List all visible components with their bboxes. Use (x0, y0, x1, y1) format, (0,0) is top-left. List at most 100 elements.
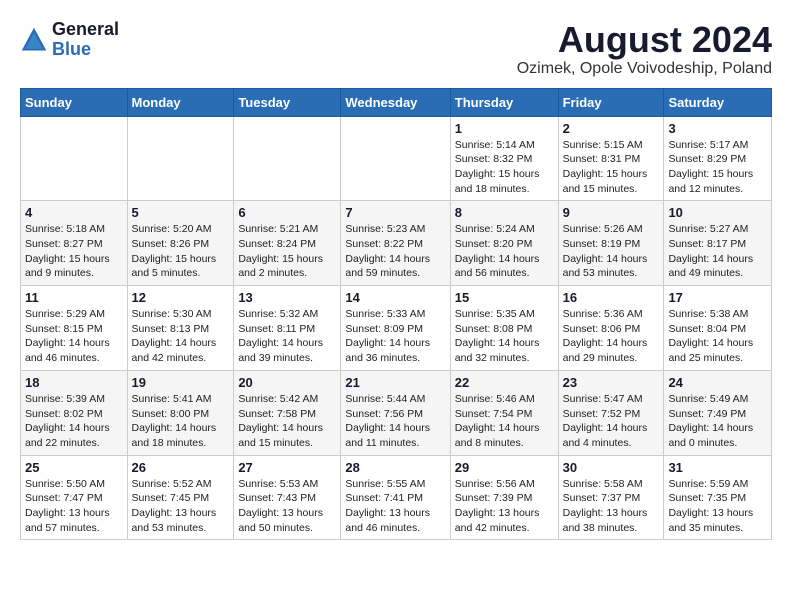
day-info: Sunrise: 5:42 AM Sunset: 7:58 PM Dayligh… (238, 392, 336, 451)
day-number: 29 (455, 460, 554, 475)
day-info: Sunrise: 5:38 AM Sunset: 8:04 PM Dayligh… (668, 307, 767, 366)
calendar-week-row: 11 Sunrise: 5:29 AM Sunset: 8:15 PM Dayli… (21, 286, 772, 371)
day-number: 7 (345, 205, 445, 220)
day-number: 15 (455, 290, 554, 305)
day-info: Sunrise: 5:33 AM Sunset: 8:09 PM Dayligh… (345, 307, 445, 366)
day-info: Sunrise: 5:27 AM Sunset: 8:17 PM Dayligh… (668, 222, 767, 281)
weekday-header-monday: Monday (127, 88, 234, 116)
weekday-header-sunday: Sunday (21, 88, 128, 116)
day-number: 27 (238, 460, 336, 475)
calendar-cell: 4 Sunrise: 5:18 AM Sunset: 8:27 PM Daylig… (21, 201, 128, 286)
logo-icon (20, 26, 48, 54)
calendar-cell: 20Sunrise: 5:42 AM Sunset: 7:58 PM Dayli… (234, 370, 341, 455)
day-number: 4 (25, 205, 123, 220)
day-number: 10 (668, 205, 767, 220)
day-number: 19 (132, 375, 230, 390)
calendar-cell: 3Sunrise: 5:17 AM Sunset: 8:29 PM Daylig… (664, 116, 772, 201)
day-number: 16 (563, 290, 660, 305)
calendar-cell (341, 116, 450, 201)
day-number: 12 (132, 290, 230, 305)
day-number: 8 (455, 205, 554, 220)
day-info: Sunrise: 5:21 AM Sunset: 8:24 PM Dayligh… (238, 222, 336, 281)
calendar-cell: 5Sunrise: 5:20 AM Sunset: 8:26 PM Daylig… (127, 201, 234, 286)
calendar-cell: 11 Sunrise: 5:29 AM Sunset: 8:15 PM Dayli… (21, 286, 128, 371)
calendar-cell: 18 Sunrise: 5:39 AM Sunset: 8:02 PM Dayli… (21, 370, 128, 455)
day-number: 30 (563, 460, 660, 475)
weekday-header-saturday: Saturday (664, 88, 772, 116)
calendar-cell: 7 Sunrise: 5:23 AM Sunset: 8:22 PM Daylig… (341, 201, 450, 286)
calendar-cell: 19Sunrise: 5:41 AM Sunset: 8:00 PM Dayli… (127, 370, 234, 455)
logo-text: General Blue (52, 20, 119, 60)
weekday-header-friday: Friday (558, 88, 664, 116)
calendar-week-row: 18 Sunrise: 5:39 AM Sunset: 8:02 PM Dayli… (21, 370, 772, 455)
calendar-cell: 24 Sunrise: 5:49 AM Sunset: 7:49 PM Dayli… (664, 370, 772, 455)
weekday-header-wednesday: Wednesday (341, 88, 450, 116)
page-header: General Blue August 2024 Ozimek, Opole V… (20, 20, 772, 78)
day-info: Sunrise: 5:23 AM Sunset: 8:22 PM Dayligh… (345, 222, 445, 281)
calendar-cell: 31 Sunrise: 5:59 AM Sunset: 7:35 PM Dayli… (664, 455, 772, 540)
day-info: Sunrise: 5:52 AM Sunset: 7:45 PM Dayligh… (132, 477, 230, 536)
day-info: Sunrise: 5:15 AM Sunset: 8:31 PM Dayligh… (563, 138, 660, 197)
title-block: August 2024 Ozimek, Opole Voivodeship, P… (517, 20, 772, 78)
weekday-header-thursday: Thursday (450, 88, 558, 116)
calendar-header: SundayMondayTuesdayWednesdayThursdayFrid… (21, 88, 772, 116)
day-number: 13 (238, 290, 336, 305)
day-info: Sunrise: 5:17 AM Sunset: 8:29 PM Dayligh… (668, 138, 767, 197)
calendar-cell: 16 Sunrise: 5:36 AM Sunset: 8:06 PM Dayli… (558, 286, 664, 371)
logo-blue-text: Blue (52, 40, 119, 60)
day-info: Sunrise: 5:55 AM Sunset: 7:41 PM Dayligh… (345, 477, 445, 536)
day-number: 23 (563, 375, 660, 390)
calendar-cell: 30 Sunrise: 5:58 AM Sunset: 7:37 PM Dayli… (558, 455, 664, 540)
calendar-cell: 15Sunrise: 5:35 AM Sunset: 8:08 PM Dayli… (450, 286, 558, 371)
calendar-cell: 8Sunrise: 5:24 AM Sunset: 8:20 PM Daylig… (450, 201, 558, 286)
calendar-cell: 21 Sunrise: 5:44 AM Sunset: 7:56 PM Dayli… (341, 370, 450, 455)
day-info: Sunrise: 5:18 AM Sunset: 8:27 PM Dayligh… (25, 222, 123, 281)
day-info: Sunrise: 5:14 AM Sunset: 8:32 PM Dayligh… (455, 138, 554, 197)
logo-general-text: General (52, 20, 119, 40)
calendar-body: 1Sunrise: 5:14 AM Sunset: 8:32 PM Daylig… (21, 116, 772, 540)
calendar-week-row: 1Sunrise: 5:14 AM Sunset: 8:32 PM Daylig… (21, 116, 772, 201)
weekday-header-row: SundayMondayTuesdayWednesdayThursdayFrid… (21, 88, 772, 116)
day-number: 18 (25, 375, 123, 390)
day-number: 25 (25, 460, 123, 475)
day-number: 6 (238, 205, 336, 220)
day-info: Sunrise: 5:50 AM Sunset: 7:47 PM Dayligh… (25, 477, 123, 536)
calendar-week-row: 25 Sunrise: 5:50 AM Sunset: 7:47 PM Dayli… (21, 455, 772, 540)
calendar-cell: 22 Sunrise: 5:46 AM Sunset: 7:54 PM Dayli… (450, 370, 558, 455)
day-info: Sunrise: 5:39 AM Sunset: 8:02 PM Dayligh… (25, 392, 123, 451)
day-info: Sunrise: 5:59 AM Sunset: 7:35 PM Dayligh… (668, 477, 767, 536)
calendar-table: SundayMondayTuesdayWednesdayThursdayFrid… (20, 88, 772, 541)
day-number: 14 (345, 290, 445, 305)
day-info: Sunrise: 5:36 AM Sunset: 8:06 PM Dayligh… (563, 307, 660, 366)
calendar-cell (127, 116, 234, 201)
day-info: Sunrise: 5:26 AM Sunset: 8:19 PM Dayligh… (563, 222, 660, 281)
calendar-cell: 12Sunrise: 5:30 AM Sunset: 8:13 PM Dayli… (127, 286, 234, 371)
day-number: 9 (563, 205, 660, 220)
day-number: 28 (345, 460, 445, 475)
calendar-cell: 28 Sunrise: 5:55 AM Sunset: 7:41 PM Dayli… (341, 455, 450, 540)
calendar-cell: 25 Sunrise: 5:50 AM Sunset: 7:47 PM Dayli… (21, 455, 128, 540)
day-info: Sunrise: 5:46 AM Sunset: 7:54 PM Dayligh… (455, 392, 554, 451)
day-number: 31 (668, 460, 767, 475)
day-number: 11 (25, 290, 123, 305)
day-number: 24 (668, 375, 767, 390)
calendar-cell: 23Sunrise: 5:47 AM Sunset: 7:52 PM Dayli… (558, 370, 664, 455)
calendar-cell: 29Sunrise: 5:56 AM Sunset: 7:39 PM Dayli… (450, 455, 558, 540)
calendar-cell: 9 Sunrise: 5:26 AM Sunset: 8:19 PM Daylig… (558, 201, 664, 286)
day-info: Sunrise: 5:58 AM Sunset: 7:37 PM Dayligh… (563, 477, 660, 536)
day-number: 26 (132, 460, 230, 475)
day-info: Sunrise: 5:29 AM Sunset: 8:15 PM Dayligh… (25, 307, 123, 366)
day-number: 21 (345, 375, 445, 390)
calendar-cell: 27Sunrise: 5:53 AM Sunset: 7:43 PM Dayli… (234, 455, 341, 540)
weekday-header-tuesday: Tuesday (234, 88, 341, 116)
calendar-cell: 6 Sunrise: 5:21 AM Sunset: 8:24 PM Daylig… (234, 201, 341, 286)
day-number: 17 (668, 290, 767, 305)
calendar-cell: 10 Sunrise: 5:27 AM Sunset: 8:17 PM Dayli… (664, 201, 772, 286)
day-number: 22 (455, 375, 554, 390)
calendar-cell: 2Sunrise: 5:15 AM Sunset: 8:31 PM Daylig… (558, 116, 664, 201)
day-info: Sunrise: 5:49 AM Sunset: 7:49 PM Dayligh… (668, 392, 767, 451)
calendar-title: August 2024 (517, 20, 772, 60)
day-info: Sunrise: 5:44 AM Sunset: 7:56 PM Dayligh… (345, 392, 445, 451)
calendar-cell (234, 116, 341, 201)
calendar-cell: 13Sunrise: 5:32 AM Sunset: 8:11 PM Dayli… (234, 286, 341, 371)
